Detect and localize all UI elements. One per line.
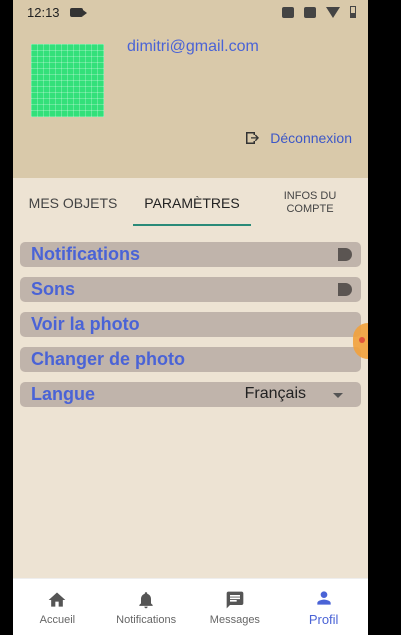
nav-label: Profil (308, 612, 339, 627)
person-icon (316, 591, 331, 605)
settings-list: Notifications Sons Voir la photo Changer… (20, 242, 361, 417)
tab-label: INFOS DU COMPTE (283, 190, 337, 215)
avatar[interactable] (31, 44, 104, 117)
nav-label: Notifications (116, 613, 177, 626)
bell-icon (139, 591, 153, 608)
settings-row-voir-photo[interactable]: Voir la photo (20, 312, 361, 337)
sounds-toggle[interactable] (338, 283, 352, 296)
message-icon (226, 591, 244, 608)
settings-row-changer-photo[interactable]: Changer de photo (20, 347, 361, 372)
settings-row-langue[interactable]: Langue Français (20, 382, 361, 407)
tab-label: PARAMÈTRES (144, 195, 240, 211)
user-email: dimitri@gmail.com (127, 38, 259, 55)
wifi-icon (326, 6, 340, 18)
nav-item-profil[interactable]: Profil (279, 579, 368, 635)
logout-icon (246, 132, 260, 144)
language-select-value[interactable]: Français (245, 385, 306, 403)
settings-row-sons[interactable]: Sons (20, 277, 361, 302)
battery-icon (350, 6, 356, 18)
tab-parametres[interactable]: PARAMÈTRES (133, 178, 251, 228)
settings-row-notifications[interactable]: Notifications (20, 242, 361, 267)
home-icon (49, 592, 66, 607)
settings-label: Langue (31, 384, 96, 404)
vibrate-icon (304, 6, 316, 18)
settings-label: Changer de photo (31, 349, 185, 369)
nav-label: Accueil (39, 613, 76, 626)
status-bar: 12:13 (13, 0, 368, 24)
logout-button[interactable]: Déconnexion (244, 130, 352, 146)
nav-item-accueil[interactable]: Accueil (13, 579, 102, 635)
tab-bar: MES OBJETS PARAMÈTRES INFOS DU COMPTE (13, 178, 368, 228)
status-icons (282, 6, 356, 18)
tab-label: MES OBJETS (28, 195, 118, 211)
active-tab-indicator (133, 224, 251, 226)
camera-icon (69, 7, 87, 17)
logout-label: Déconnexion (270, 130, 352, 146)
settings-label: Voir la photo (31, 314, 140, 334)
cast-icon (282, 6, 294, 18)
nav-item-notifications[interactable]: Notifications (102, 579, 191, 635)
nav-item-messages[interactable]: Messages (191, 579, 280, 635)
bottom-navigation: Accueil Notifications Messages Profil (13, 578, 368, 635)
nav-label: Messages (209, 613, 260, 626)
tab-infos-du-compte[interactable]: INFOS DU COMPTE (265, 178, 355, 228)
settings-label: Sons (31, 279, 76, 299)
profile-header: dimitri@gmail.com Déconnexion (13, 24, 368, 178)
chevron-down-icon[interactable] (333, 393, 343, 398)
status-time: 12:13 (27, 4, 60, 20)
tab-mes-objets[interactable]: MES OBJETS (19, 178, 127, 228)
notifications-toggle[interactable] (338, 248, 352, 261)
settings-label: Notifications (31, 244, 141, 264)
phone-screen: 12:13 dimitri@gmail.com Déconnexion MES … (13, 0, 368, 635)
